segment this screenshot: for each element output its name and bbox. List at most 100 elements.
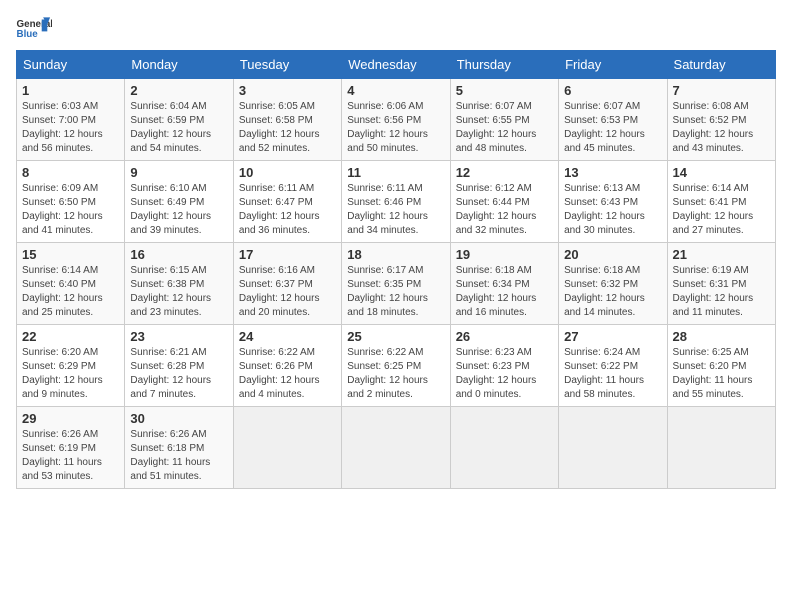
day-info: Sunrise: 6:18 AMSunset: 6:34 PMDaylight:… — [456, 265, 537, 318]
day-number: 11 — [347, 165, 444, 180]
calendar-cell: 30 Sunrise: 6:26 AMSunset: 6:18 PMDaylig… — [125, 407, 233, 489]
day-number: 17 — [239, 247, 336, 262]
calendar-cell: 18 Sunrise: 6:17 AMSunset: 6:35 PMDaylig… — [342, 243, 450, 325]
calendar-cell — [233, 407, 341, 489]
day-info: Sunrise: 6:04 AMSunset: 6:59 PMDaylight:… — [130, 101, 211, 154]
day-number: 7 — [673, 83, 770, 98]
calendar-cell: 9 Sunrise: 6:10 AMSunset: 6:49 PMDayligh… — [125, 161, 233, 243]
calendar-cell: 28 Sunrise: 6:25 AMSunset: 6:20 PMDaylig… — [667, 325, 775, 407]
calendar-cell — [559, 407, 667, 489]
calendar-cell: 16 Sunrise: 6:15 AMSunset: 6:38 PMDaylig… — [125, 243, 233, 325]
calendar-cell: 12 Sunrise: 6:12 AMSunset: 6:44 PMDaylig… — [450, 161, 558, 243]
day-info: Sunrise: 6:15 AMSunset: 6:38 PMDaylight:… — [130, 265, 211, 318]
calendar-cell: 3 Sunrise: 6:05 AMSunset: 6:58 PMDayligh… — [233, 79, 341, 161]
day-number: 26 — [456, 329, 553, 344]
calendar-cell: 29 Sunrise: 6:26 AMSunset: 6:19 PMDaylig… — [17, 407, 125, 489]
day-info: Sunrise: 6:22 AMSunset: 6:26 PMDaylight:… — [239, 347, 320, 400]
day-header-wednesday: Wednesday — [342, 51, 450, 79]
day-info: Sunrise: 6:14 AMSunset: 6:40 PMDaylight:… — [22, 265, 103, 318]
day-number: 19 — [456, 247, 553, 262]
day-info: Sunrise: 6:11 AMSunset: 6:47 PMDaylight:… — [239, 183, 320, 236]
day-info: Sunrise: 6:13 AMSunset: 6:43 PMDaylight:… — [564, 183, 645, 236]
day-info: Sunrise: 6:07 AMSunset: 6:53 PMDaylight:… — [564, 101, 645, 154]
day-info: Sunrise: 6:09 AMSunset: 6:50 PMDaylight:… — [22, 183, 103, 236]
calendar-cell — [342, 407, 450, 489]
day-header-tuesday: Tuesday — [233, 51, 341, 79]
day-info: Sunrise: 6:05 AMSunset: 6:58 PMDaylight:… — [239, 101, 320, 154]
calendar-cell: 22 Sunrise: 6:20 AMSunset: 6:29 PMDaylig… — [17, 325, 125, 407]
day-number: 29 — [22, 411, 119, 426]
day-info: Sunrise: 6:22 AMSunset: 6:25 PMDaylight:… — [347, 347, 428, 400]
day-header-thursday: Thursday — [450, 51, 558, 79]
calendar-cell: 6 Sunrise: 6:07 AMSunset: 6:53 PMDayligh… — [559, 79, 667, 161]
calendar-header-row: SundayMondayTuesdayWednesdayThursdayFrid… — [17, 51, 776, 79]
day-info: Sunrise: 6:12 AMSunset: 6:44 PMDaylight:… — [456, 183, 537, 236]
calendar-cell: 27 Sunrise: 6:24 AMSunset: 6:22 PMDaylig… — [559, 325, 667, 407]
calendar-cell: 11 Sunrise: 6:11 AMSunset: 6:46 PMDaylig… — [342, 161, 450, 243]
day-header-sunday: Sunday — [17, 51, 125, 79]
day-number: 4 — [347, 83, 444, 98]
calendar-cell: 5 Sunrise: 6:07 AMSunset: 6:55 PMDayligh… — [450, 79, 558, 161]
day-info: Sunrise: 6:24 AMSunset: 6:22 PMDaylight:… — [564, 347, 644, 400]
day-info: Sunrise: 6:14 AMSunset: 6:41 PMDaylight:… — [673, 183, 754, 236]
day-info: Sunrise: 6:25 AMSunset: 6:20 PMDaylight:… — [673, 347, 753, 400]
day-info: Sunrise: 6:10 AMSunset: 6:49 PMDaylight:… — [130, 183, 211, 236]
day-number: 20 — [564, 247, 661, 262]
day-info: Sunrise: 6:18 AMSunset: 6:32 PMDaylight:… — [564, 265, 645, 318]
week-row-5: 29 Sunrise: 6:26 AMSunset: 6:19 PMDaylig… — [17, 407, 776, 489]
day-info: Sunrise: 6:11 AMSunset: 6:46 PMDaylight:… — [347, 183, 428, 236]
day-info: Sunrise: 6:16 AMSunset: 6:37 PMDaylight:… — [239, 265, 320, 318]
day-number: 13 — [564, 165, 661, 180]
calendar: SundayMondayTuesdayWednesdayThursdayFrid… — [16, 50, 776, 489]
day-number: 27 — [564, 329, 661, 344]
day-number: 18 — [347, 247, 444, 262]
calendar-cell — [450, 407, 558, 489]
calendar-cell: 8 Sunrise: 6:09 AMSunset: 6:50 PMDayligh… — [17, 161, 125, 243]
logo: General Blue — [16, 16, 52, 44]
day-info: Sunrise: 6:03 AMSunset: 7:00 PMDaylight:… — [22, 101, 103, 154]
calendar-cell: 1 Sunrise: 6:03 AMSunset: 7:00 PMDayligh… — [17, 79, 125, 161]
week-row-4: 22 Sunrise: 6:20 AMSunset: 6:29 PMDaylig… — [17, 325, 776, 407]
day-number: 23 — [130, 329, 227, 344]
day-info: Sunrise: 6:26 AMSunset: 6:19 PMDaylight:… — [22, 429, 102, 482]
day-info: Sunrise: 6:17 AMSunset: 6:35 PMDaylight:… — [347, 265, 428, 318]
calendar-cell: 15 Sunrise: 6:14 AMSunset: 6:40 PMDaylig… — [17, 243, 125, 325]
calendar-cell: 17 Sunrise: 6:16 AMSunset: 6:37 PMDaylig… — [233, 243, 341, 325]
day-header-friday: Friday — [559, 51, 667, 79]
day-number: 2 — [130, 83, 227, 98]
day-number: 10 — [239, 165, 336, 180]
day-info: Sunrise: 6:23 AMSunset: 6:23 PMDaylight:… — [456, 347, 537, 400]
calendar-cell: 23 Sunrise: 6:21 AMSunset: 6:28 PMDaylig… — [125, 325, 233, 407]
calendar-cell: 4 Sunrise: 6:06 AMSunset: 6:56 PMDayligh… — [342, 79, 450, 161]
day-number: 9 — [130, 165, 227, 180]
day-number: 12 — [456, 165, 553, 180]
day-number: 21 — [673, 247, 770, 262]
calendar-cell: 20 Sunrise: 6:18 AMSunset: 6:32 PMDaylig… — [559, 243, 667, 325]
calendar-cell: 13 Sunrise: 6:13 AMSunset: 6:43 PMDaylig… — [559, 161, 667, 243]
calendar-cell: 7 Sunrise: 6:08 AMSunset: 6:52 PMDayligh… — [667, 79, 775, 161]
day-number: 15 — [22, 247, 119, 262]
calendar-cell: 25 Sunrise: 6:22 AMSunset: 6:25 PMDaylig… — [342, 325, 450, 407]
day-number: 3 — [239, 83, 336, 98]
day-info: Sunrise: 6:21 AMSunset: 6:28 PMDaylight:… — [130, 347, 211, 400]
day-header-saturday: Saturday — [667, 51, 775, 79]
calendar-cell — [667, 407, 775, 489]
calendar-cell: 24 Sunrise: 6:22 AMSunset: 6:26 PMDaylig… — [233, 325, 341, 407]
day-number: 16 — [130, 247, 227, 262]
week-row-2: 8 Sunrise: 6:09 AMSunset: 6:50 PMDayligh… — [17, 161, 776, 243]
svg-text:Blue: Blue — [17, 29, 39, 40]
day-number: 6 — [564, 83, 661, 98]
day-number: 5 — [456, 83, 553, 98]
day-number: 22 — [22, 329, 119, 344]
calendar-cell: 2 Sunrise: 6:04 AMSunset: 6:59 PMDayligh… — [125, 79, 233, 161]
day-number: 1 — [22, 83, 119, 98]
week-row-1: 1 Sunrise: 6:03 AMSunset: 7:00 PMDayligh… — [17, 79, 776, 161]
day-number: 8 — [22, 165, 119, 180]
day-number: 25 — [347, 329, 444, 344]
day-number: 30 — [130, 411, 227, 426]
week-row-3: 15 Sunrise: 6:14 AMSunset: 6:40 PMDaylig… — [17, 243, 776, 325]
logo-icon: General Blue — [16, 16, 52, 44]
day-info: Sunrise: 6:26 AMSunset: 6:18 PMDaylight:… — [130, 429, 210, 482]
day-info: Sunrise: 6:07 AMSunset: 6:55 PMDaylight:… — [456, 101, 537, 154]
day-header-monday: Monday — [125, 51, 233, 79]
